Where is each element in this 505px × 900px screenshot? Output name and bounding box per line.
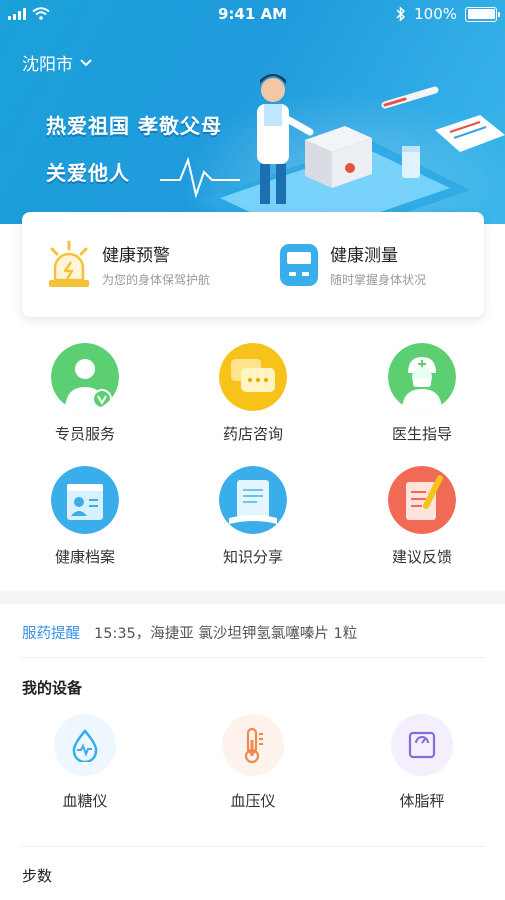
battery-percent: 100% (414, 5, 457, 23)
city-selector[interactable]: 沈阳市 (22, 50, 93, 75)
scale-icon (391, 714, 453, 776)
banner: 沈阳市 热爱祖国 孝敬父母 关爱他人 (0, 0, 505, 224)
doctor-illustration (160, 74, 505, 224)
health-measure-subtitle: 随时掌握身体状况 (330, 273, 427, 287)
device-blood-pressure[interactable]: 血压仪 (208, 714, 298, 811)
banner-slogan-line1: 热爱祖国 孝敬父母 (46, 114, 222, 138)
service-staff-label: 专员服务 (54, 425, 115, 443)
service-pharmacy-label: 药店咨询 (222, 425, 283, 443)
devices-list: 血糖仪 血压仪 体脂秤 (0, 714, 505, 844)
battery-icon (465, 6, 500, 22)
profile-card-icon (51, 466, 119, 534)
chevron-down-icon (80, 58, 92, 66)
service-pharmacy[interactable]: 药店咨询 (219, 343, 287, 466)
section-separator (22, 846, 485, 847)
service-staff[interactable]: 专员服务 (51, 343, 119, 466)
service-doctor-label: 医生指导 (391, 425, 452, 443)
service-feedback[interactable]: 建议反馈 (388, 466, 456, 589)
health-card: 健康预警 为您的身体保驾护航 健康测量 随时掌握身体状况 (22, 212, 484, 317)
health-warning-subtitle: 为您的身体保驾护航 (102, 273, 211, 287)
medication-reminder-label: 服药提醒 (22, 626, 80, 642)
service-health-record[interactable]: 健康档案 (51, 466, 119, 589)
service-health-record-label: 健康档案 (54, 548, 115, 566)
service-doctor[interactable]: 医生指导 (388, 343, 456, 466)
medication-reminder-text: 15:35，海捷亚 氯沙坦钾氢氯噻嗪片 1粒 (94, 626, 358, 642)
staff-icon (51, 343, 119, 411)
banner-slogan-line2: 关爱他人 (46, 161, 130, 185)
city-name: 沈阳市 (22, 55, 73, 75)
book-icon (219, 466, 287, 534)
device-glucose-meter[interactable]: 血糖仪 (40, 714, 130, 811)
health-measure-entry[interactable]: 健康测量 随时掌握身体状况 (252, 212, 484, 317)
service-feedback-label: 建议反馈 (391, 548, 452, 566)
my-devices-title: 我的设备 (22, 679, 83, 697)
section-divider (0, 591, 505, 604)
device-glucose-label: 血糖仪 (62, 792, 108, 810)
device-body-fat-label: 体脂秤 (399, 792, 445, 810)
medication-reminder[interactable]: 服药提醒 15:35，海捷亚 氯沙坦钾氢氯噻嗪片 1粒 (22, 622, 485, 658)
device-blood-pressure-label: 血压仪 (230, 792, 276, 810)
thermometer-icon (222, 714, 284, 776)
status-bar: 9:41 AM 100% (0, 0, 505, 30)
doctor-icon (388, 343, 456, 411)
steps-title: 步数 (22, 867, 53, 885)
service-knowledge-label: 知识分享 (222, 548, 283, 566)
feedback-icon (388, 466, 456, 534)
health-warning-entry[interactable]: 健康预警 为您的身体保驾护航 (22, 212, 252, 317)
measuring-device-icon (280, 243, 318, 286)
health-measure-title: 健康测量 (330, 246, 398, 266)
service-knowledge[interactable]: 知识分享 (219, 466, 287, 589)
bluetooth-icon (396, 6, 406, 22)
device-body-fat-scale[interactable]: 体脂秤 (377, 714, 467, 811)
glucose-drop-icon (54, 714, 116, 776)
alarm-light-icon (49, 240, 89, 287)
chat-icon (219, 343, 287, 411)
health-warning-title: 健康预警 (102, 246, 170, 266)
